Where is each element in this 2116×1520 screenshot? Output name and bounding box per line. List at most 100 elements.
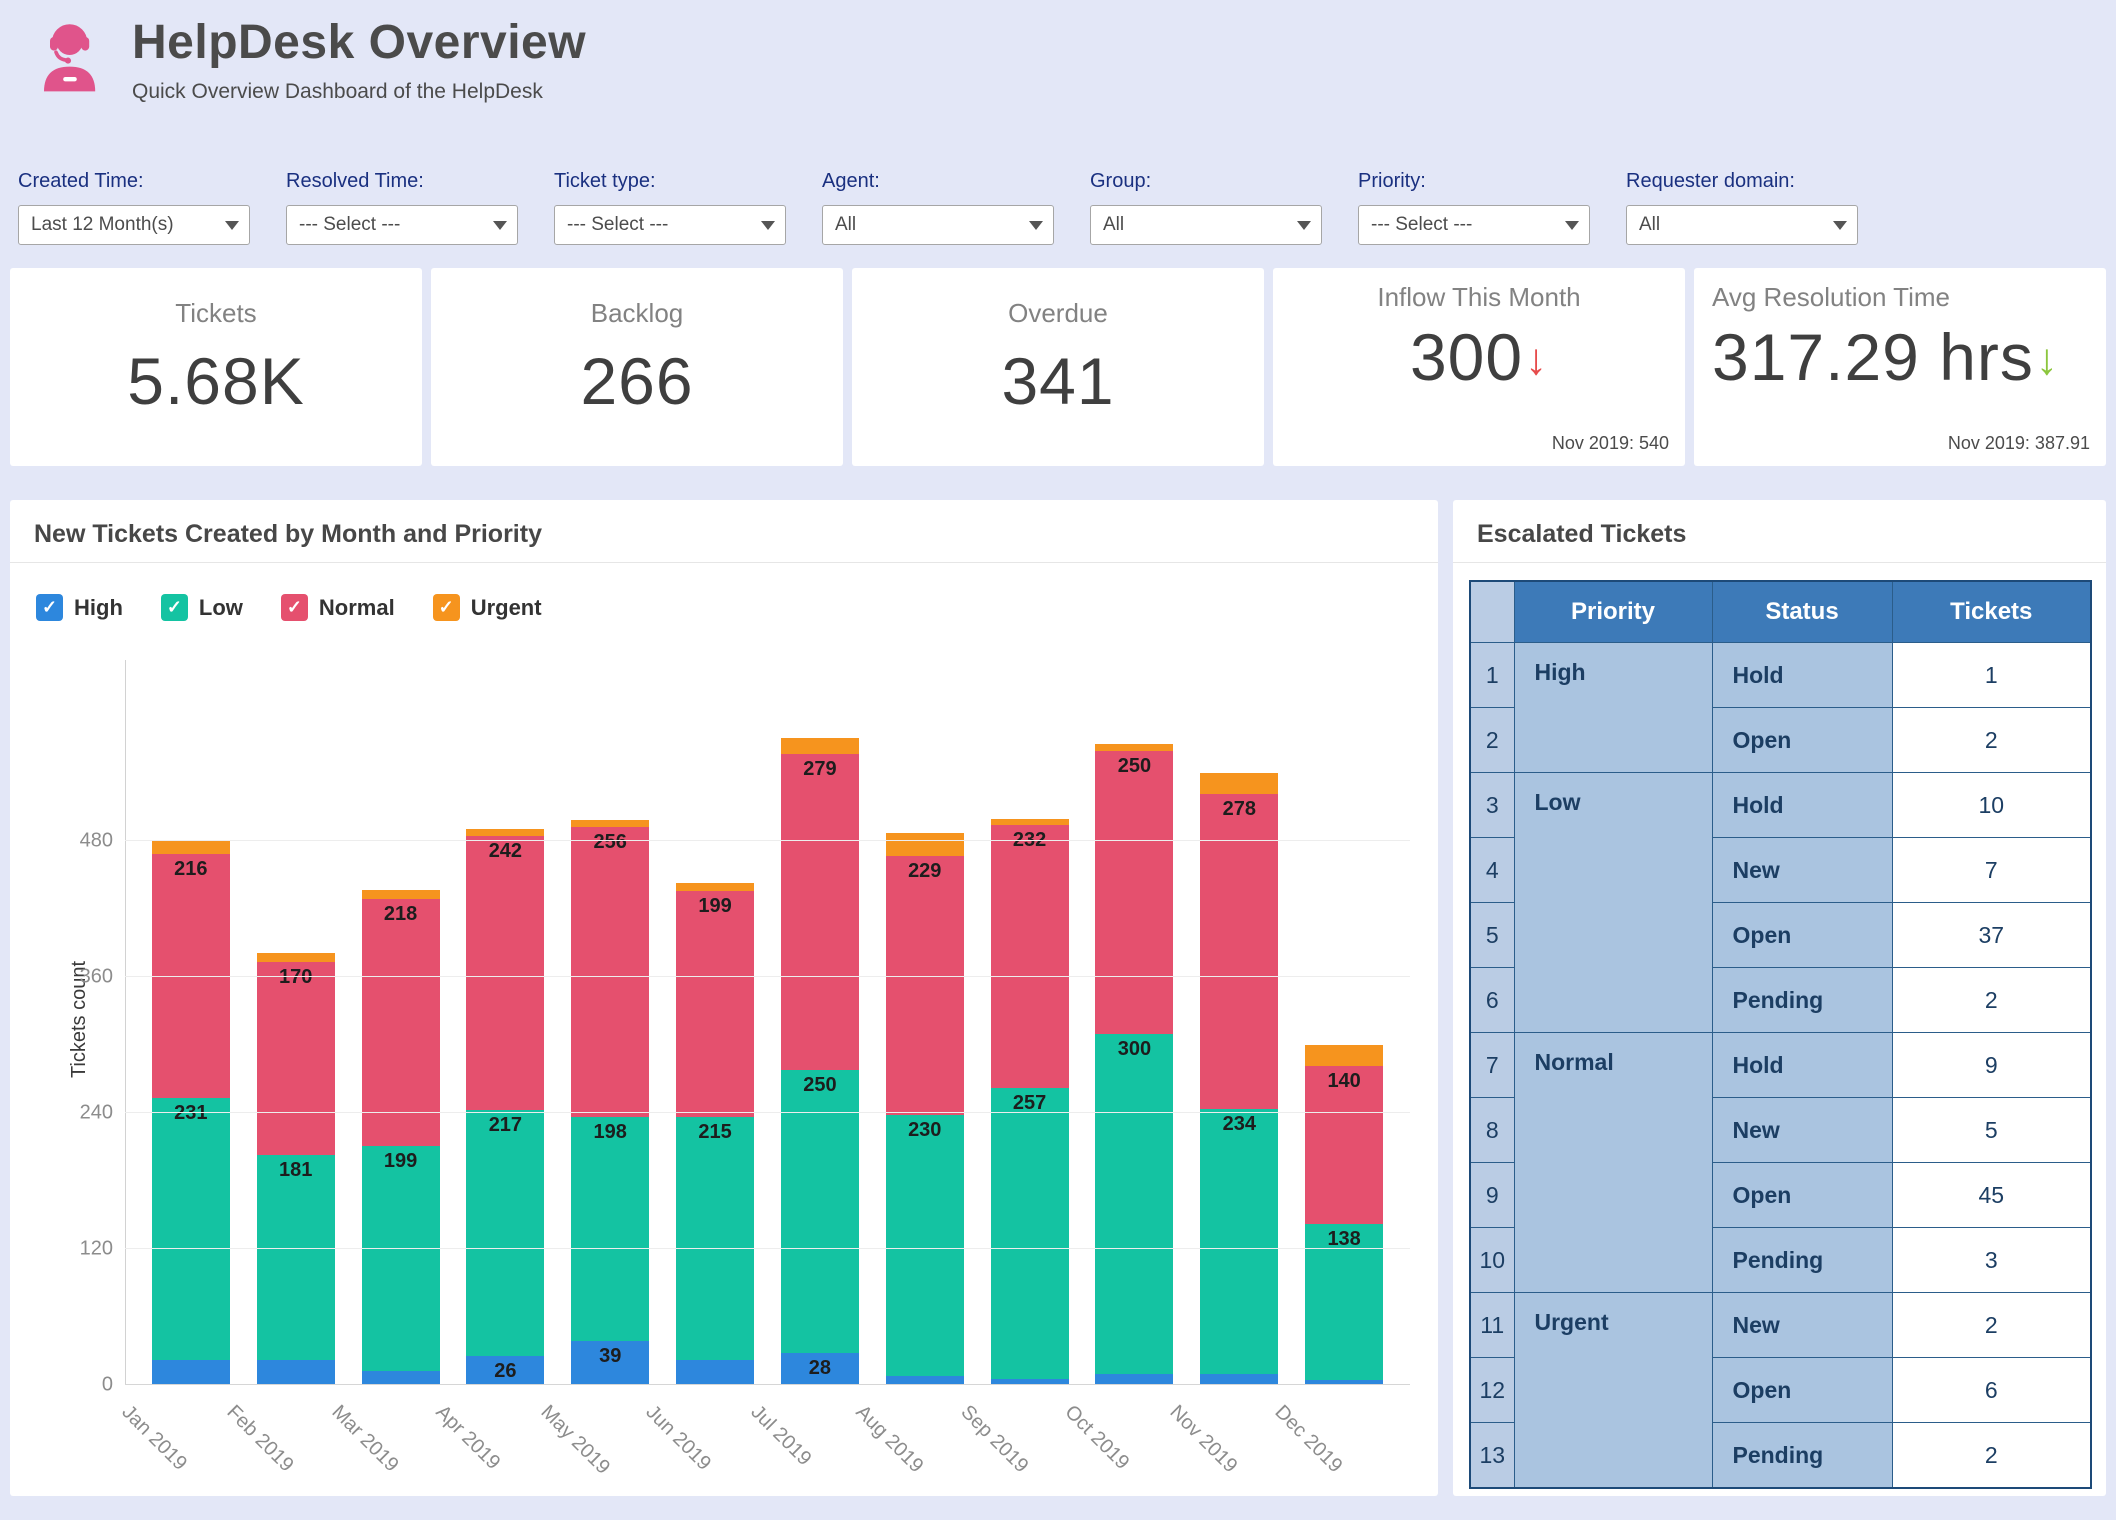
bar-segment-low[interactable]: 217 [466, 1110, 544, 1356]
bar-segment-high[interactable] [676, 1360, 754, 1385]
bar-aug-2019[interactable]: 230229Aug 2019 [886, 833, 964, 1385]
bar-segment-urgent[interactable] [257, 953, 335, 962]
kpi-label: Avg Resolution Time [1694, 282, 2106, 313]
bar-segment-low[interactable]: 257 [991, 1088, 1069, 1379]
filter-select-created-time[interactable]: Last 12 Month(s) [18, 205, 250, 245]
status-cell: Hold [1712, 773, 1892, 838]
bar-segment-normal[interactable]: 256 [571, 827, 649, 1117]
bar-segment-high[interactable] [257, 1360, 335, 1385]
bar-segment-urgent[interactable] [1305, 1045, 1383, 1065]
priority-cell-low: Low [1514, 773, 1712, 1033]
filter-select-resolved-time[interactable]: --- Select --- [286, 205, 518, 245]
bar-segment-low[interactable]: 181 [257, 1155, 335, 1360]
filter-select-ticket-type[interactable]: --- Select --- [554, 205, 786, 245]
bar-segment-normal[interactable]: 250 [1095, 751, 1173, 1034]
x-axis-label: May 2019 [536, 1401, 614, 1479]
bar-jul-2019[interactable]: 28250279Jul 2019 [781, 738, 859, 1385]
bar-segment-high[interactable] [152, 1360, 230, 1385]
kpi-card-tickets: Tickets5.68K [10, 268, 422, 466]
divider [1453, 562, 2106, 563]
bar-segment-low[interactable]: 234 [1200, 1109, 1278, 1374]
tickets-cell: 2 [1892, 1423, 2091, 1489]
select-value: --- Select --- [1371, 214, 1472, 235]
bar-segment-normal[interactable]: 279 [781, 754, 859, 1070]
bar-segment-high[interactable]: 39 [571, 1341, 649, 1385]
priority-cell-urgent: Urgent [1514, 1293, 1712, 1489]
filter-select-agent[interactable]: All [822, 205, 1054, 245]
bar-mar-2019[interactable]: 199218Mar 2019 [362, 890, 440, 1385]
bar-sep-2019[interactable]: 257232Sep 2019 [991, 819, 1069, 1385]
bar-segment-urgent[interactable] [466, 829, 544, 836]
bar-segment-urgent[interactable] [152, 841, 230, 853]
tickets-cell: 6 [1892, 1358, 2091, 1423]
bar-jan-2019[interactable]: 231216Jan 2019 [152, 841, 230, 1385]
bar-segment-low[interactable]: 199 [362, 1146, 440, 1371]
segment-value-label: 278 [1200, 798, 1278, 821]
bar-may-2019[interactable]: 39198256May 2019 [571, 820, 649, 1385]
bar-nov-2019[interactable]: 234278Nov 2019 [1200, 773, 1278, 1385]
status-cell: Pending [1712, 1228, 1892, 1293]
column-header-priority[interactable]: Priority [1514, 581, 1712, 643]
bar-segment-low[interactable]: 300 [1095, 1034, 1173, 1374]
legend-item-high[interactable]: ✓High [36, 594, 123, 621]
bar-segment-urgent[interactable] [886, 833, 964, 856]
bar-segment-normal[interactable]: 229 [886, 856, 964, 1115]
bar-segment-urgent[interactable] [676, 883, 754, 891]
row-number: 1 [1470, 643, 1514, 708]
bar-dec-2019[interactable]: 138140Dec 2019 [1305, 1045, 1383, 1385]
status-cell: Open [1712, 903, 1892, 968]
legend-label: Normal [319, 595, 395, 621]
select-value: All [1103, 214, 1124, 235]
x-axis-label: Mar 2019 [326, 1401, 402, 1477]
bar-segment-urgent[interactable] [781, 738, 859, 754]
filter-select-group[interactable]: All [1090, 205, 1322, 245]
bar-segment-urgent[interactable] [991, 819, 1069, 826]
bar-segment-urgent[interactable] [1200, 773, 1278, 793]
bar-feb-2019[interactable]: 181170Feb 2019 [257, 953, 335, 1385]
legend-item-low[interactable]: ✓Low [161, 594, 243, 621]
kpi-value: 341 [852, 343, 1264, 419]
legend-item-normal[interactable]: ✓Normal [281, 594, 395, 621]
kpi-label: Inflow This Month [1273, 282, 1685, 313]
filter-select-priority[interactable]: --- Select --- [1358, 205, 1590, 245]
bar-segment-urgent[interactable] [362, 890, 440, 899]
x-axis-label: Jul 2019 [746, 1401, 816, 1471]
bar-apr-2019[interactable]: 26217242Apr 2019 [466, 829, 544, 1385]
column-header-status[interactable]: Status [1712, 581, 1892, 643]
bar-segment-normal[interactable]: 242 [466, 836, 544, 1110]
tickets-cell: 3 [1892, 1228, 2091, 1293]
bar-segment-low[interactable]: 230 [886, 1115, 964, 1376]
filter-ticket-type: Ticket type:--- Select --- [554, 170, 786, 245]
y-tick-label: 240 [63, 1102, 113, 1125]
bar-segment-normal[interactable]: 199 [676, 891, 754, 1116]
chart-legend: ✓High ✓Low ✓Normal ✓Urgent [36, 594, 542, 621]
legend-item-urgent[interactable]: ✓Urgent [433, 594, 542, 621]
column-header-tickets[interactable]: Tickets [1892, 581, 2091, 643]
tickets-cell: 10 [1892, 773, 2091, 838]
bar-segment-normal[interactable]: 232 [991, 825, 1069, 1088]
bar-segment-low[interactable]: 215 [676, 1117, 754, 1361]
bar-segment-urgent[interactable] [571, 820, 649, 827]
bar-segment-high[interactable] [362, 1371, 440, 1385]
filter-select-requester-domain[interactable]: All [1626, 205, 1858, 245]
x-axis-label: Sep 2019 [955, 1401, 1032, 1478]
status-cell: New [1712, 1098, 1892, 1163]
y-tick-label: 360 [63, 966, 113, 989]
chevron-down-icon [225, 221, 239, 230]
tickets-cell: 1 [1892, 643, 2091, 708]
escalated-tickets-card: Escalated Tickets PriorityStatusTickets1… [1453, 500, 2106, 1496]
bar-segment-low[interactable]: 198 [571, 1117, 649, 1341]
bar-jun-2019[interactable]: 215199Jun 2019 [676, 883, 754, 1385]
bar-segment-low[interactable]: 231 [152, 1098, 230, 1360]
chart-title: New Tickets Created by Month and Priorit… [34, 520, 542, 549]
x-axis-label: Aug 2019 [850, 1401, 927, 1478]
bar-segment-normal[interactable]: 140 [1305, 1066, 1383, 1225]
table-title: Escalated Tickets [1477, 520, 1686, 549]
filter-created-time: Created Time:Last 12 Month(s) [18, 170, 250, 245]
bar-segment-high[interactable]: 26 [466, 1356, 544, 1385]
bar-segment-normal[interactable]: 170 [257, 962, 335, 1155]
bar-segment-normal[interactable]: 218 [362, 899, 440, 1146]
bar-segment-urgent[interactable] [1095, 744, 1173, 751]
bar-segment-high[interactable]: 28 [781, 1353, 859, 1385]
x-axis-label: Jun 2019 [641, 1401, 715, 1475]
